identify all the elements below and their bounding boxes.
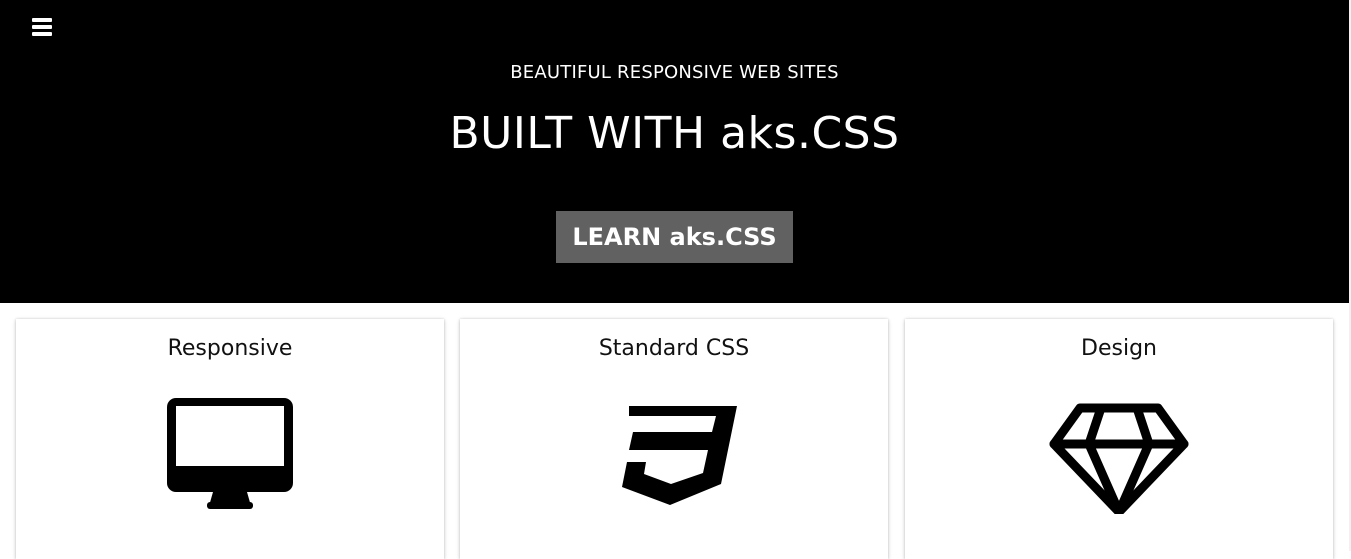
desktop-icon bbox=[16, 394, 444, 519]
feature-card-standard-css: Standard CSS bbox=[460, 319, 888, 559]
hero-subtitle: BEAUTIFUL RESPONSIVE WEB SITES bbox=[510, 62, 839, 83]
learn-button[interactable]: LEARN aks.CSS bbox=[556, 211, 793, 263]
feature-card-design: Design bbox=[905, 319, 1333, 559]
hero-title: BUILT WITH aks.CSS bbox=[449, 108, 900, 159]
feature-title: Responsive bbox=[167, 336, 293, 361]
hero-section: BEAUTIFUL RESPONSIVE WEB SITES BUILT WIT… bbox=[0, 0, 1349, 303]
diamond-icon bbox=[905, 394, 1333, 519]
css3-icon bbox=[460, 394, 888, 519]
feature-card-responsive: Responsive bbox=[16, 319, 444, 559]
features-section: Responsive Standard CSS Design bbox=[16, 319, 1334, 559]
feature-title: Design bbox=[1081, 336, 1157, 361]
hamburger-menu-icon[interactable] bbox=[32, 18, 52, 36]
feature-title: Standard CSS bbox=[598, 336, 750, 361]
